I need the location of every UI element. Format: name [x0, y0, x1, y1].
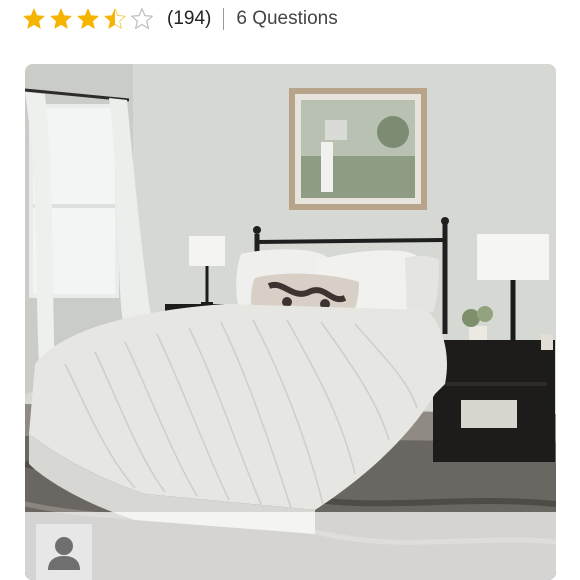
star-full-icon [77, 8, 99, 29]
rating-summary: (194) 6 Questions [22, 4, 338, 34]
star-full-icon [50, 8, 72, 29]
reviewer-info-overlay [25, 512, 556, 580]
star-half-icon [104, 8, 126, 29]
divider [223, 8, 225, 30]
questions-link[interactable]: 6 Questions [236, 8, 337, 30]
star-rating [22, 7, 157, 31]
review-count-link[interactable]: (194) [167, 8, 211, 30]
avatar-silhouette-icon [48, 537, 80, 570]
star-empty-icon [131, 8, 153, 29]
star-full-icon [23, 8, 45, 29]
user-silhouette-icon[interactable] [35, 523, 93, 580]
bedroom-photo-image [25, 64, 556, 580]
product-photo[interactable] [25, 64, 556, 580]
